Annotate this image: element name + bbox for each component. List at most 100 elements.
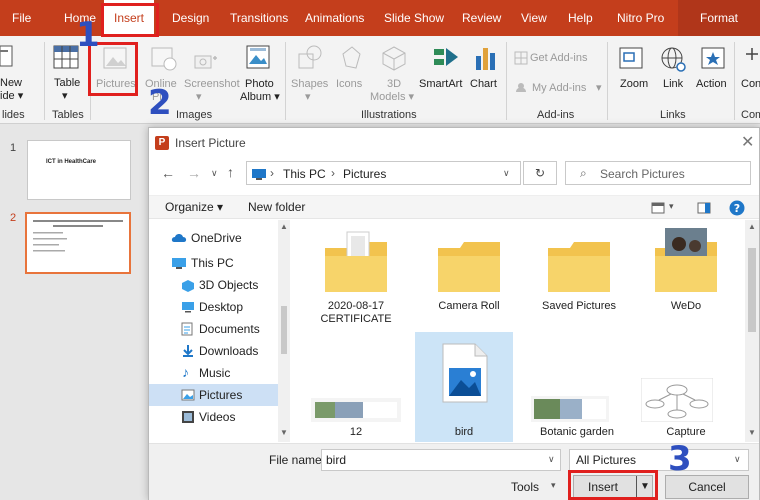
file-name-input[interactable]: bird ∨ [321,449,561,471]
wedo-folder-icon[interactable] [651,226,721,294]
certificate-folder-icon[interactable] [321,226,391,294]
photo-album-label-1[interactable]: Photo [245,78,274,91]
tile-saved-pictures-label[interactable]: Saved Pictures [529,300,629,313]
file-grid-scroll-thumb[interactable] [748,248,756,332]
tab-review[interactable]: Review [462,0,501,36]
forward-arrow-icon[interactable]: → [187,165,201,181]
preview-pane-icon[interactable] [697,202,711,214]
nav-documents[interactable]: Documents [199,318,260,340]
chart-icon[interactable] [474,44,498,72]
tab-animations[interactable]: Animations [305,0,364,36]
tile-12-label[interactable]: 12 [306,426,406,439]
action-label[interactable]: Action [696,78,727,91]
file-grid-scrollbar[interactable]: ▲ ▼ [745,220,759,442]
nav-this-pc[interactable]: This PC [191,252,234,274]
nav-videos[interactable]: Videos [199,406,235,428]
tile-botanic-garden-label[interactable]: Botanic garden [527,426,627,439]
3d-models-icon[interactable] [380,44,408,72]
nav-pictures[interactable]: Pictures [199,384,242,406]
camera-roll-folder-icon[interactable] [434,226,504,294]
organize-button[interactable]: Organize ▾ [165,200,223,214]
table-label[interactable]: Table [54,77,80,90]
tab-view[interactable]: View [521,0,547,36]
link-icon[interactable] [660,46,688,72]
tile-camera-roll-label[interactable]: Camera Roll [419,300,519,313]
get-addins-label[interactable]: Get Add-ins [530,52,587,65]
view-options-icon[interactable] [651,202,665,214]
scroll-up-icon[interactable]: ▲ [280,222,288,231]
tab-format[interactable]: Format [678,0,760,36]
tab-transitions[interactable]: Transitions [230,0,288,36]
tab-file[interactable]: File [12,0,31,36]
saved-pictures-folder-icon[interactable] [544,226,614,294]
table-dropdown[interactable]: ▾ [62,90,68,103]
nav-onedrive[interactable]: OneDrive [191,227,242,249]
nav-3d-objects[interactable]: 3D Objects [199,274,258,296]
tab-slide-show[interactable]: Slide Show [384,0,444,36]
file-type-select[interactable]: All Pictures ∨ [569,449,749,471]
screenshot-label[interactable]: Screenshot [184,78,240,91]
shapes-label[interactable]: Shapes [291,78,328,91]
comment-icon[interactable] [744,46,760,72]
icons-label[interactable]: Icons [336,78,362,91]
close-icon[interactable]: ✕ [741,132,754,152]
search-box[interactable]: ⌕ Search Pictures [565,161,751,185]
back-arrow-icon[interactable]: ← [161,165,175,181]
my-addins-dropdown[interactable]: ▾ [596,82,602,95]
tile-capture-label[interactable]: Capture [636,426,736,439]
nav-music[interactable]: Music [199,362,230,384]
bird-image-file-icon[interactable] [441,342,489,404]
nav-desktop[interactable]: Desktop [199,296,243,318]
slide-thumbnail-2[interactable] [25,212,131,274]
zoom-icon[interactable] [618,46,646,72]
tile-wedo-label[interactable]: WeDo [636,300,736,313]
my-addins-label[interactable]: My Add-ins [532,82,586,95]
comment-label[interactable]: Con [741,78,760,91]
image-12-thumbnail[interactable] [311,398,401,422]
tab-help[interactable]: Help [568,0,593,36]
action-icon[interactable] [700,46,728,72]
tab-design[interactable]: Design [172,0,209,36]
photo-album-icon[interactable] [245,44,273,72]
botanic-garden-thumbnail[interactable] [531,396,609,422]
chart-label[interactable]: Chart [470,78,497,91]
breadcrumb-pictures[interactable]: Pictures [343,167,386,181]
new-slide-label-1[interactable]: New [0,77,22,90]
address-dropdown-icon[interactable]: ∨ [503,168,510,179]
link-label[interactable]: Link [663,78,683,91]
nav-scroll-thumb[interactable] [281,306,287,354]
tab-nitro-pro[interactable]: Nitro Pro [617,0,664,36]
smartart-label[interactable]: SmartArt [419,78,462,91]
screenshot-dropdown[interactable]: ▾ [196,91,202,104]
nav-scrollbar[interactable]: ▲ ▼ [278,220,290,442]
capture-thumbnail[interactable] [641,378,713,422]
help-icon[interactable]: ? [729,200,745,216]
scroll-up-icon[interactable]: ▲ [748,222,756,231]
file-type-dropdown-icon[interactable]: ∨ [734,454,741,465]
new-slide-label-2[interactable]: ide ▾ [0,90,23,103]
scroll-down-icon[interactable]: ▼ [748,428,756,437]
refresh-icon[interactable]: ↻ [523,161,557,185]
get-addins-icon[interactable] [514,51,528,65]
navigation-pane[interactable]: OneDrive This PC 3D Objects Desktop Docu… [149,220,289,442]
online-pictures-icon[interactable] [150,44,178,72]
file-name-dropdown-icon[interactable]: ∨ [548,454,555,465]
icons-icon[interactable] [338,44,366,72]
shapes-icon[interactable] [296,44,324,72]
slide-thumbnail-1[interactable]: ICT in HealthCare [27,140,131,200]
nav-downloads[interactable]: Downloads [199,340,258,362]
photo-album-label-2[interactable]: Album ▾ [240,91,280,104]
tools-button[interactable]: Tools [511,480,539,494]
up-arrow-icon[interactable]: ↑ [227,164,234,180]
new-folder-button[interactable]: New folder [248,200,305,214]
breadcrumb-this-pc[interactable]: This PC [283,167,326,181]
view-dropdown-icon[interactable]: ▾ [669,201,674,212]
my-addins-icon[interactable] [514,82,528,94]
3d-models-label-1[interactable]: 3D [387,78,401,91]
tile-certificate-label[interactable]: 2020-08-17 CERTIFICATE [306,300,406,326]
recent-locations-chevron-icon[interactable]: ∨ [211,168,218,179]
screenshot-icon[interactable] [193,50,219,72]
new-slide-icon[interactable] [0,44,14,70]
tile-bird-label[interactable]: bird [414,426,514,439]
smartart-icon[interactable] [432,44,460,72]
